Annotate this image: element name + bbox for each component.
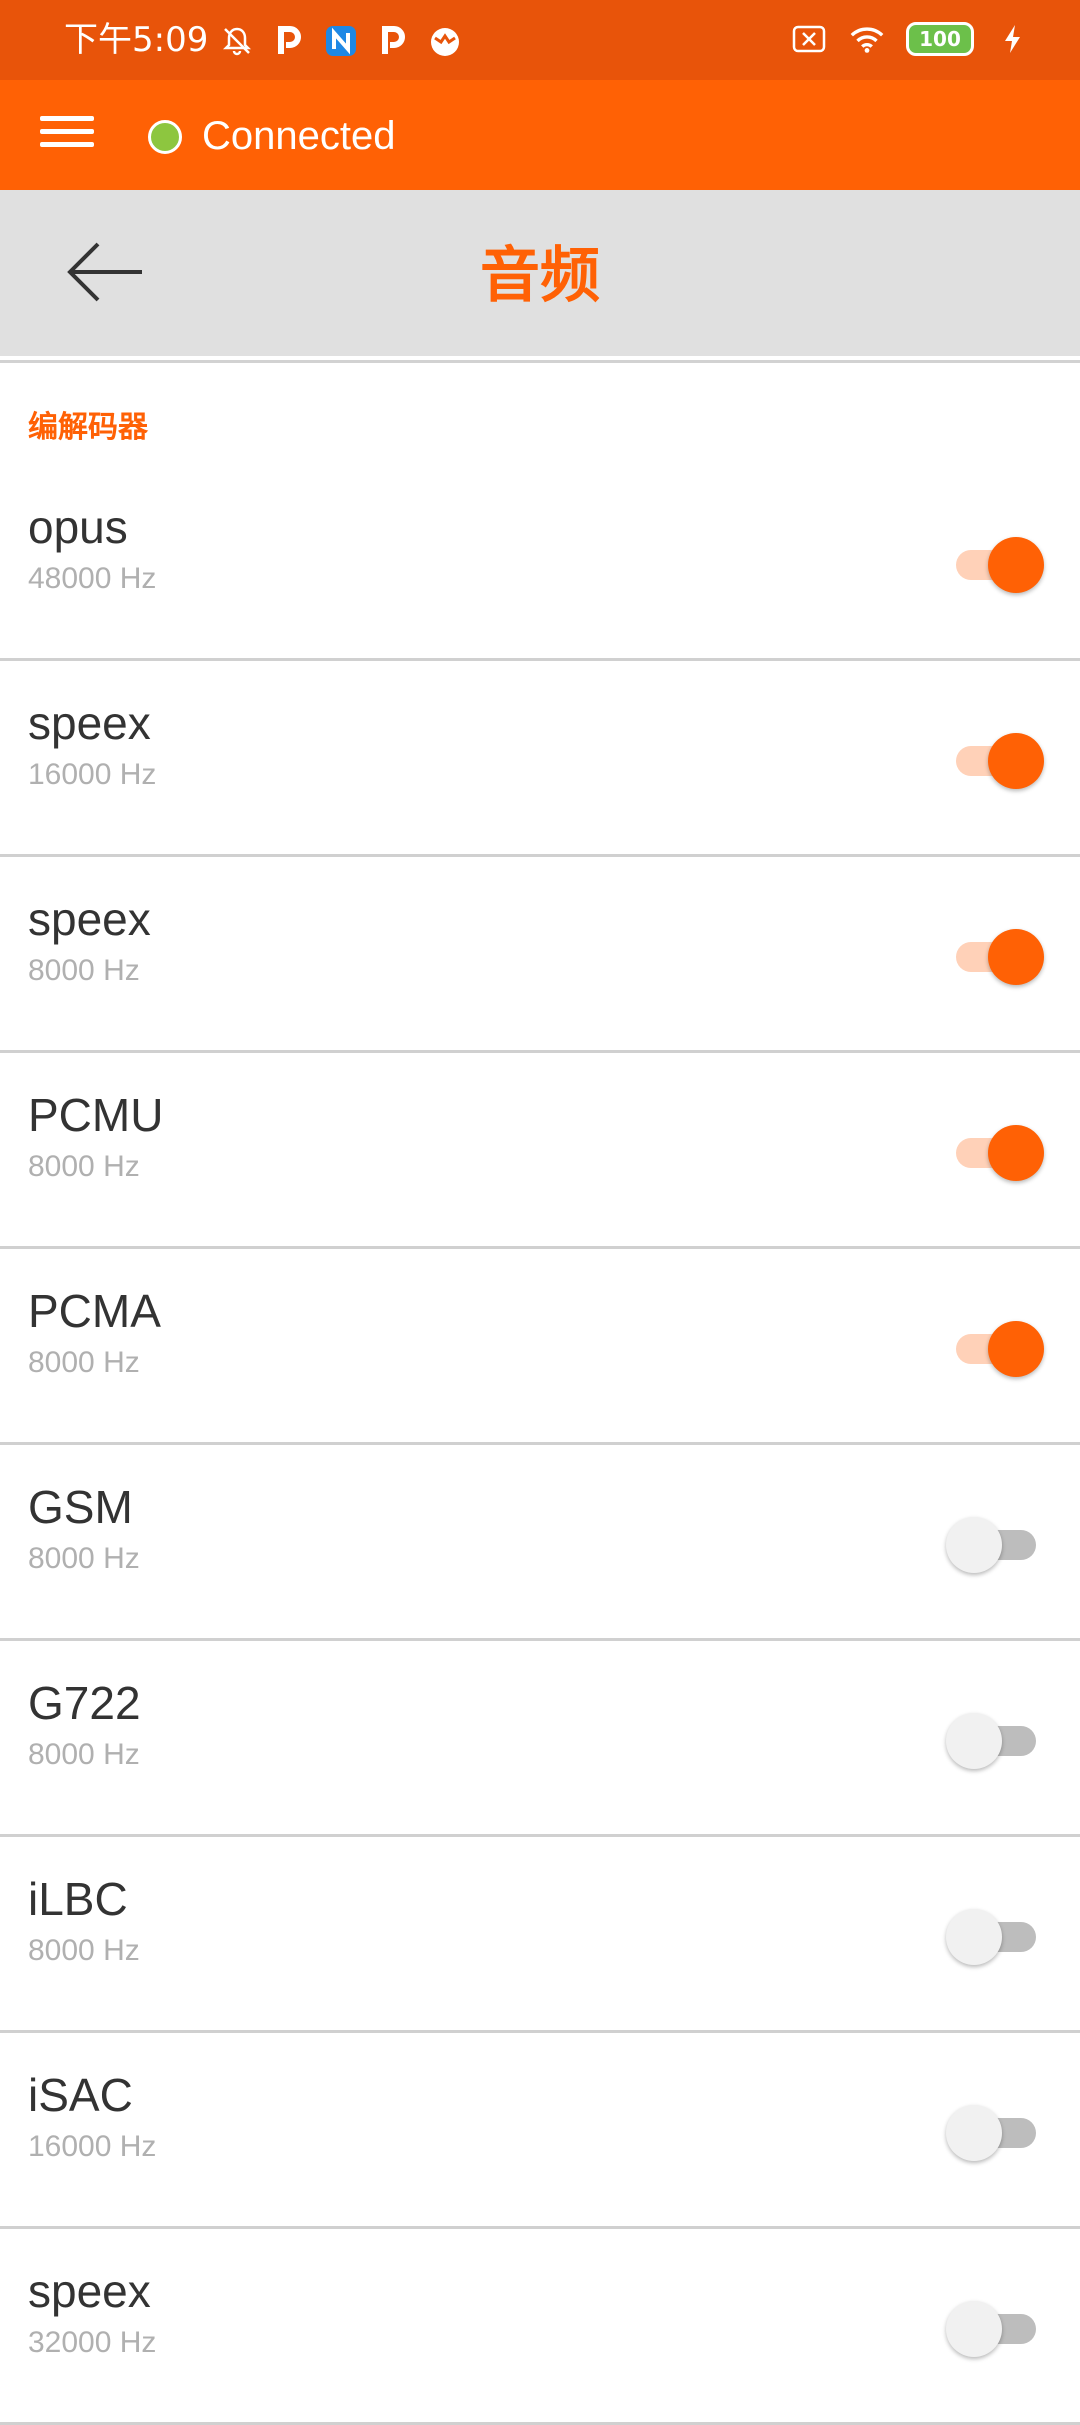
codec-rate: 8000 Hz xyxy=(28,1934,140,1967)
codec-row[interactable]: speex 8000 Hz xyxy=(0,857,1080,1053)
status-left-icons xyxy=(218,22,464,60)
p-app-icon xyxy=(270,22,308,60)
app-bar: Connected xyxy=(0,80,1080,190)
connection-status-icon xyxy=(148,120,182,154)
codec-toggle[interactable] xyxy=(946,1907,1042,1967)
codec-rate: 16000 Hz xyxy=(28,758,157,791)
codec-list: opus 48000 Hz speex 16000 Hz speex 8000 … xyxy=(0,465,1080,2425)
codec-toggle[interactable] xyxy=(950,1319,1044,1379)
codec-toggle[interactable] xyxy=(950,731,1044,791)
codec-rate: 8000 Hz xyxy=(28,1738,140,1771)
codec-row[interactable]: G722 8000 Hz xyxy=(0,1641,1080,1837)
codec-name: opus xyxy=(28,501,128,553)
codec-row[interactable]: speex 32000 Hz xyxy=(0,2229,1080,2425)
title-bar: 音频 xyxy=(0,190,1080,356)
codec-row[interactable]: PCMU 8000 Hz xyxy=(0,1053,1080,1249)
codec-rate: 8000 Hz xyxy=(28,1542,140,1575)
status-bar: 下午5:09 100 xyxy=(0,0,1080,80)
codec-name: speex xyxy=(28,697,151,749)
codec-toggle[interactable] xyxy=(946,2299,1042,2359)
codec-name: G722 xyxy=(28,1677,141,1729)
game-app-icon xyxy=(426,22,464,60)
wifi-icon xyxy=(848,20,886,58)
codec-name: PCMA xyxy=(28,1285,161,1337)
codec-name: PCMU xyxy=(28,1089,164,1141)
p-app-icon xyxy=(374,22,412,60)
page-title: 音频 xyxy=(480,241,600,311)
divider xyxy=(0,360,1080,363)
codec-name: speex xyxy=(28,2265,151,2317)
codec-rate: 48000 Hz xyxy=(28,562,157,595)
codec-row[interactable]: iLBC 8000 Hz xyxy=(0,1837,1080,2033)
codec-row[interactable]: iSAC 16000 Hz xyxy=(0,2033,1080,2229)
codec-toggle[interactable] xyxy=(946,1515,1042,1575)
codec-row[interactable]: PCMA 8000 Hz xyxy=(0,1249,1080,1445)
n-app-icon xyxy=(322,22,360,60)
codec-row[interactable]: speex 16000 Hz xyxy=(0,661,1080,857)
codec-rate: 32000 Hz xyxy=(28,2326,157,2359)
codec-toggle[interactable] xyxy=(950,535,1044,595)
charging-icon xyxy=(994,20,1032,58)
codec-name: iLBC xyxy=(28,1873,128,1925)
codec-toggle[interactable] xyxy=(946,1711,1042,1771)
codec-rate: 8000 Hz xyxy=(28,954,140,987)
notification-muted-icon xyxy=(218,22,256,60)
codec-rate: 8000 Hz xyxy=(28,1150,140,1183)
codec-row[interactable]: GSM 8000 Hz xyxy=(0,1445,1080,1641)
sim-off-icon xyxy=(790,20,828,58)
codec-rate: 16000 Hz xyxy=(28,2130,157,2163)
codec-toggle[interactable] xyxy=(946,2103,1042,2163)
battery-icon: 100 xyxy=(906,22,974,56)
menu-icon[interactable] xyxy=(40,108,94,162)
section-header-codecs: 编解码器 xyxy=(28,410,148,445)
codec-name: speex xyxy=(28,893,151,945)
codec-toggle[interactable] xyxy=(950,927,1044,987)
codec-name: GSM xyxy=(28,1481,133,1533)
codec-name: iSAC xyxy=(28,2069,133,2121)
codec-row[interactable]: opus 48000 Hz xyxy=(0,465,1080,661)
connection-status-label: Connected xyxy=(202,114,396,158)
status-right-icons: 100 xyxy=(790,20,1032,58)
codec-toggle[interactable] xyxy=(950,1123,1044,1183)
status-time: 下午5:09 xyxy=(64,20,209,60)
codec-rate: 8000 Hz xyxy=(28,1346,140,1379)
